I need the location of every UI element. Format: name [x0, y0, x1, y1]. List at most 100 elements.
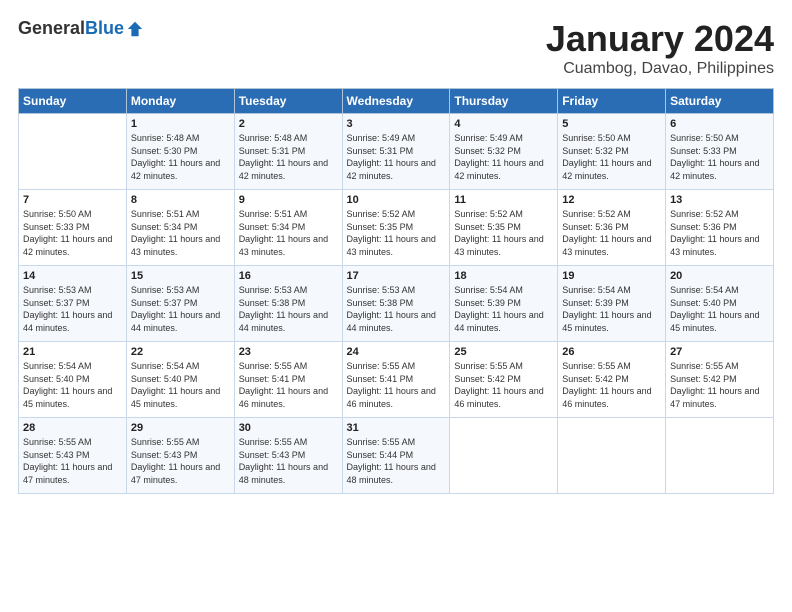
- week-row-4: 21 Sunrise: 5:54 AM Sunset: 5:40 PM Dayli…: [19, 342, 774, 418]
- calendar-cell: 8 Sunrise: 5:51 AM Sunset: 5:34 PM Daylig…: [126, 190, 234, 266]
- day-number: 7: [23, 194, 122, 206]
- day-number: 5: [562, 118, 661, 130]
- calendar-cell: 27 Sunrise: 5:55 AM Sunset: 5:42 PM Dayli…: [666, 342, 774, 418]
- day-number: 24: [347, 346, 446, 358]
- calendar-cell: 23 Sunrise: 5:55 AM Sunset: 5:41 PM Dayli…: [234, 342, 342, 418]
- day-info: Sunrise: 5:52 AM Sunset: 5:35 PM Dayligh…: [454, 208, 553, 258]
- day-info: Sunrise: 5:54 AM Sunset: 5:39 PM Dayligh…: [562, 284, 661, 334]
- day-info: Sunrise: 5:53 AM Sunset: 5:37 PM Dayligh…: [23, 284, 122, 334]
- day-number: 1: [131, 118, 230, 130]
- day-info: Sunrise: 5:55 AM Sunset: 5:42 PM Dayligh…: [454, 360, 553, 410]
- day-info: Sunrise: 5:50 AM Sunset: 5:32 PM Dayligh…: [562, 132, 661, 182]
- calendar-cell: 31Sunrise: 5:55 AM Sunset: 5:44 PM Dayli…: [342, 418, 450, 494]
- page: GeneralBlue January 2024 Cuambog, Davao,…: [0, 0, 792, 612]
- calendar-cell: 18 Sunrise: 5:54 AM Sunset: 5:39 PM Dayli…: [450, 266, 558, 342]
- day-number: 2: [239, 118, 338, 130]
- day-number: 18: [454, 270, 553, 282]
- calendar-cell: [558, 418, 666, 494]
- day-number: 30: [239, 422, 338, 434]
- day-info: Sunrise: 5:55 AM Sunset: 5:44 PM Dayligh…: [347, 436, 446, 486]
- day-info: Sunrise: 5:53 AM Sunset: 5:38 PM Dayligh…: [239, 284, 338, 334]
- logo-blue: Blue: [85, 18, 124, 39]
- calendar-cell: 15 Sunrise: 5:53 AM Sunset: 5:37 PM Dayli…: [126, 266, 234, 342]
- day-number: 27: [670, 346, 769, 358]
- calendar-cell: 14 Sunrise: 5:53 AM Sunset: 5:37 PM Dayli…: [19, 266, 127, 342]
- logo: GeneralBlue: [18, 18, 144, 39]
- day-number: 28: [23, 422, 122, 434]
- day-number: 6: [670, 118, 769, 130]
- calendar-cell: 4Sunrise: 5:49 AM Sunset: 5:32 PM Daylig…: [450, 114, 558, 190]
- day-number: 29: [131, 422, 230, 434]
- day-info: Sunrise: 5:52 AM Sunset: 5:36 PM Dayligh…: [670, 208, 769, 258]
- calendar-cell: 29 Sunrise: 5:55 AM Sunset: 5:43 PM Dayli…: [126, 418, 234, 494]
- calendar-cell: 19 Sunrise: 5:54 AM Sunset: 5:39 PM Dayli…: [558, 266, 666, 342]
- calendar-cell: 28 Sunrise: 5:55 AM Sunset: 5:43 PM Dayli…: [19, 418, 127, 494]
- day-number: 25: [454, 346, 553, 358]
- header: GeneralBlue January 2024 Cuambog, Davao,…: [18, 18, 774, 78]
- day-number: 14: [23, 270, 122, 282]
- week-row-2: 7 Sunrise: 5:50 AM Sunset: 5:33 PM Daylig…: [19, 190, 774, 266]
- calendar-cell: 21 Sunrise: 5:54 AM Sunset: 5:40 PM Dayli…: [19, 342, 127, 418]
- calendar-cell: 2 Sunrise: 5:48 AM Sunset: 5:31 PM Daylig…: [234, 114, 342, 190]
- day-number: 22: [131, 346, 230, 358]
- day-info: Sunrise: 5:49 AM Sunset: 5:32 PM Dayligh…: [454, 132, 553, 182]
- calendar-cell: [19, 114, 127, 190]
- day-info: Sunrise: 5:53 AM Sunset: 5:38 PM Dayligh…: [347, 284, 446, 334]
- week-row-5: 28 Sunrise: 5:55 AM Sunset: 5:43 PM Dayli…: [19, 418, 774, 494]
- day-number: 16: [239, 270, 338, 282]
- calendar-cell: 13Sunrise: 5:52 AM Sunset: 5:36 PM Dayli…: [666, 190, 774, 266]
- day-info: Sunrise: 5:50 AM Sunset: 5:33 PM Dayligh…: [670, 132, 769, 182]
- calendar-cell: 1 Sunrise: 5:48 AM Sunset: 5:30 PM Daylig…: [126, 114, 234, 190]
- weekday-header-sunday: Sunday: [19, 89, 127, 114]
- day-info: Sunrise: 5:55 AM Sunset: 5:41 PM Dayligh…: [239, 360, 338, 410]
- day-info: Sunrise: 5:55 AM Sunset: 5:43 PM Dayligh…: [23, 436, 122, 486]
- calendar-cell: 26 Sunrise: 5:55 AM Sunset: 5:42 PM Dayli…: [558, 342, 666, 418]
- day-info: Sunrise: 5:48 AM Sunset: 5:31 PM Dayligh…: [239, 132, 338, 182]
- day-info: Sunrise: 5:55 AM Sunset: 5:42 PM Dayligh…: [670, 360, 769, 410]
- day-info: Sunrise: 5:50 AM Sunset: 5:33 PM Dayligh…: [23, 208, 122, 258]
- day-info: Sunrise: 5:52 AM Sunset: 5:35 PM Dayligh…: [347, 208, 446, 258]
- weekday-header-wednesday: Wednesday: [342, 89, 450, 114]
- calendar-cell: 3Sunrise: 5:49 AM Sunset: 5:31 PM Daylig…: [342, 114, 450, 190]
- day-info: Sunrise: 5:48 AM Sunset: 5:30 PM Dayligh…: [131, 132, 230, 182]
- calendar-cell: 16 Sunrise: 5:53 AM Sunset: 5:38 PM Dayli…: [234, 266, 342, 342]
- calendar-cell: [450, 418, 558, 494]
- day-info: Sunrise: 5:54 AM Sunset: 5:40 PM Dayligh…: [23, 360, 122, 410]
- day-number: 26: [562, 346, 661, 358]
- logo-icon: [126, 20, 144, 38]
- day-info: Sunrise: 5:54 AM Sunset: 5:39 PM Dayligh…: [454, 284, 553, 334]
- weekday-header-monday: Monday: [126, 89, 234, 114]
- weekday-header-row: SundayMondayTuesdayWednesdayThursdayFrid…: [19, 89, 774, 114]
- day-number: 20: [670, 270, 769, 282]
- title-block: January 2024 Cuambog, Davao, Philippines: [546, 18, 774, 78]
- day-number: 11: [454, 194, 553, 206]
- day-info: Sunrise: 5:53 AM Sunset: 5:37 PM Dayligh…: [131, 284, 230, 334]
- day-info: Sunrise: 5:55 AM Sunset: 5:42 PM Dayligh…: [562, 360, 661, 410]
- day-number: 9: [239, 194, 338, 206]
- logo-general: General: [18, 18, 85, 39]
- day-info: Sunrise: 5:54 AM Sunset: 5:40 PM Dayligh…: [670, 284, 769, 334]
- calendar-cell: [666, 418, 774, 494]
- calendar-cell: 20 Sunrise: 5:54 AM Sunset: 5:40 PM Dayli…: [666, 266, 774, 342]
- calendar-cell: 24Sunrise: 5:55 AM Sunset: 5:41 PM Dayli…: [342, 342, 450, 418]
- day-number: 12: [562, 194, 661, 206]
- calendar-cell: 12Sunrise: 5:52 AM Sunset: 5:36 PM Dayli…: [558, 190, 666, 266]
- day-number: 8: [131, 194, 230, 206]
- day-number: 19: [562, 270, 661, 282]
- day-number: 21: [23, 346, 122, 358]
- calendar-cell: 5 Sunrise: 5:50 AM Sunset: 5:32 PM Daylig…: [558, 114, 666, 190]
- calendar-cell: 11 Sunrise: 5:52 AM Sunset: 5:35 PM Dayli…: [450, 190, 558, 266]
- calendar-table: SundayMondayTuesdayWednesdayThursdayFrid…: [18, 88, 774, 494]
- weekday-header-friday: Friday: [558, 89, 666, 114]
- weekday-header-thursday: Thursday: [450, 89, 558, 114]
- day-number: 15: [131, 270, 230, 282]
- calendar-cell: 10Sunrise: 5:52 AM Sunset: 5:35 PM Dayli…: [342, 190, 450, 266]
- day-number: 17: [347, 270, 446, 282]
- day-info: Sunrise: 5:54 AM Sunset: 5:40 PM Dayligh…: [131, 360, 230, 410]
- day-info: Sunrise: 5:55 AM Sunset: 5:43 PM Dayligh…: [131, 436, 230, 486]
- day-number: 23: [239, 346, 338, 358]
- calendar-cell: 30 Sunrise: 5:55 AM Sunset: 5:43 PM Dayli…: [234, 418, 342, 494]
- day-info: Sunrise: 5:55 AM Sunset: 5:43 PM Dayligh…: [239, 436, 338, 486]
- week-row-1: 1 Sunrise: 5:48 AM Sunset: 5:30 PM Daylig…: [19, 114, 774, 190]
- day-info: Sunrise: 5:51 AM Sunset: 5:34 PM Dayligh…: [131, 208, 230, 258]
